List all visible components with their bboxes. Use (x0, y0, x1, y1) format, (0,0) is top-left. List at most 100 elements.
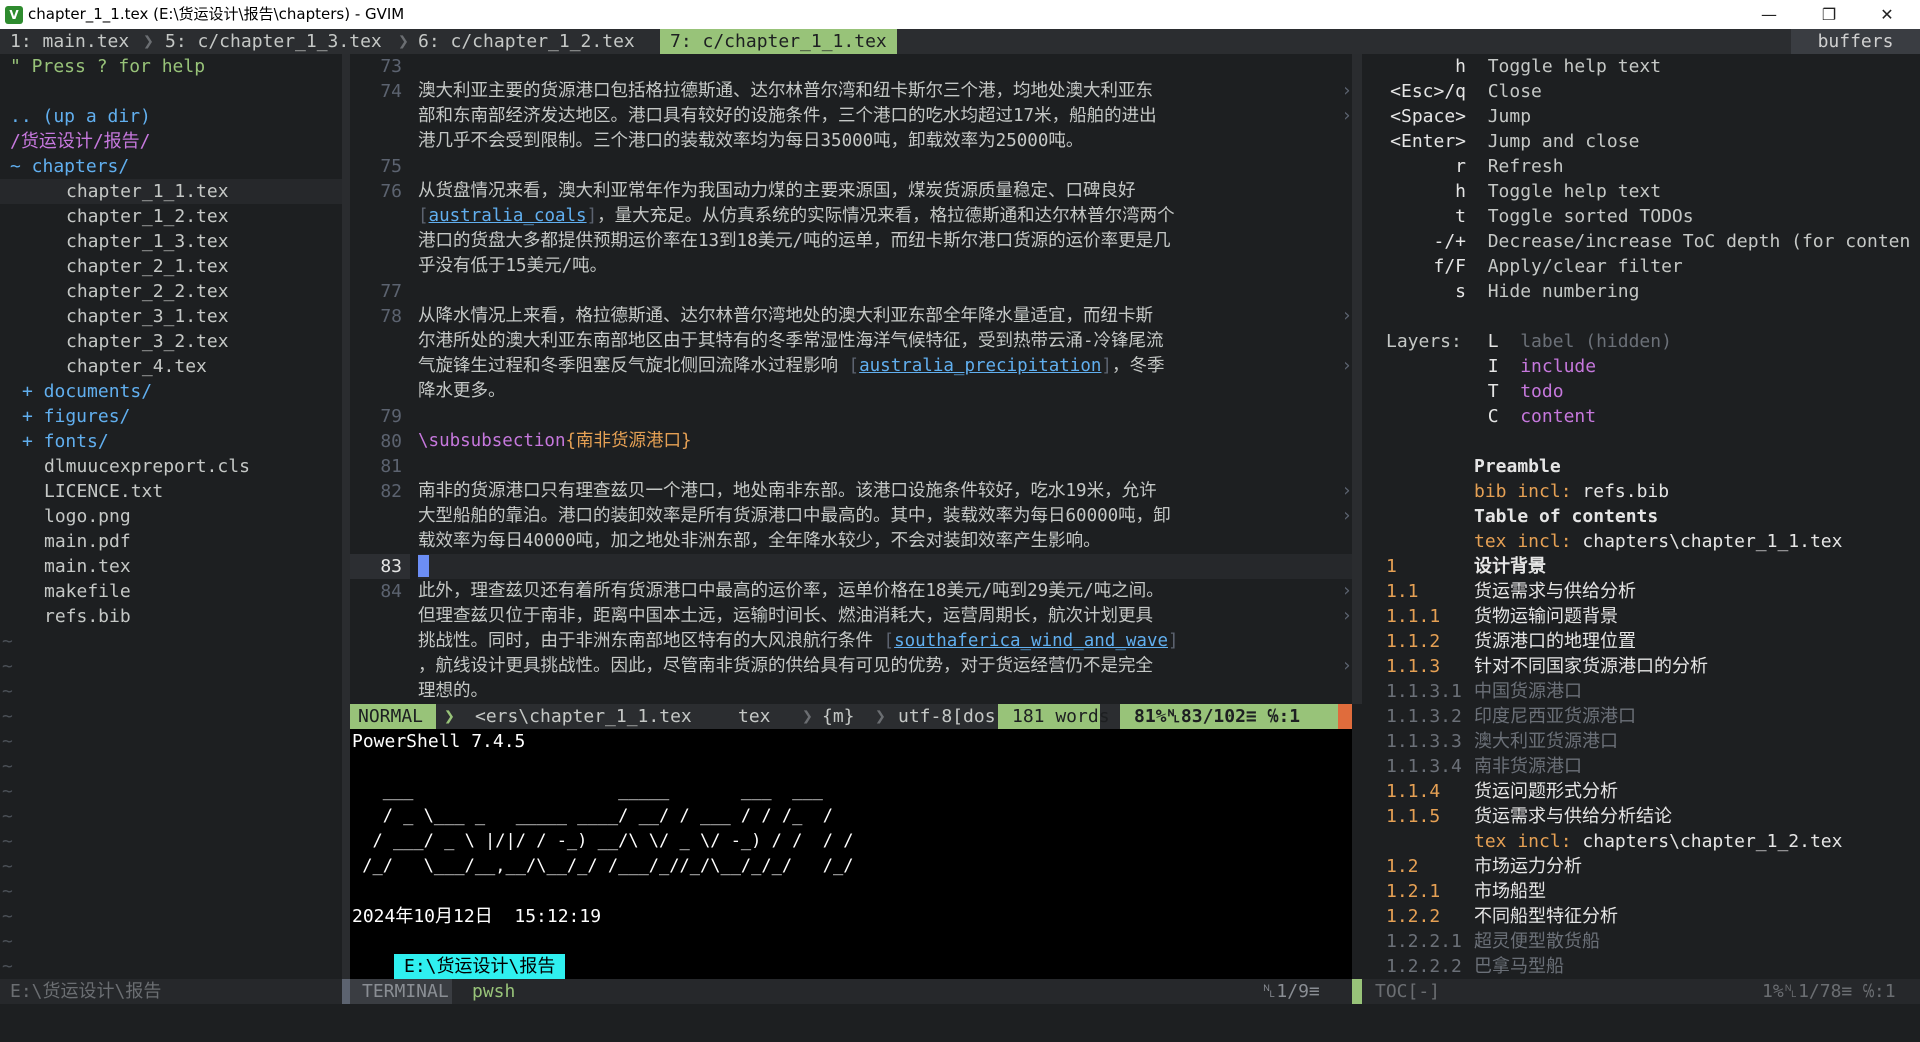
toc-entry[interactable]: 1.1.3.3 澳大利亚货源港口 (1370, 729, 1920, 754)
empty-line-markers: ~ ~ ~ ~ ~ ~ ~ ~ ~ ~ ~ ~ ~ ~ (0, 629, 342, 979)
window-separator[interactable] (342, 54, 350, 1004)
text-line: 从降水情况上来看，格拉德斯通、达尔林普尔湾地处的澳大利亚东部全年降水量适宜，而纽… (418, 304, 1352, 329)
tree-file[interactable]: chapter_4.tex (0, 354, 342, 379)
tab-chapter-1-3[interactable]: 5: c/chapter_1_3.tex (165, 29, 382, 54)
toc-entry[interactable]: 1.2.1 市场船型 (1370, 879, 1920, 904)
toc-layer-todo[interactable]: T todo (1370, 379, 1920, 404)
toc-entry[interactable]: 1 设计背景 (1370, 554, 1920, 579)
current-line-number: 83 (350, 554, 410, 579)
line-number: 79 (380, 406, 402, 427)
text-line: ，航线设计更具挑战性。因此，尽管南非货源的供给具有可见的优势，对于货运经营仍不是… (418, 654, 1352, 679)
citation-ref[interactable]: southaferica_wind_and_wave (894, 631, 1168, 651)
terminal-version: PowerShell 7.4.5 (352, 731, 526, 752)
empty-line-tilde: ~ (2, 681, 13, 702)
tree-file[interactable]: main.pdf (0, 529, 342, 554)
text-line: 乎没有低于15美元/吨。 (418, 256, 608, 276)
line-number: 80 (380, 431, 402, 452)
statusline-encoding: utf-8[dos] (898, 706, 1007, 727)
empty-line-tilde: ~ (2, 931, 13, 952)
restore-button[interactable]: ❐ (1800, 0, 1858, 29)
text-line: 尔港所处的澳大利亚东南部地区由于其特有的冬季常湿性海洋气候特征，受到热带云涌-冷… (418, 331, 1164, 351)
tree-dir-figures[interactable]: + figures/ (0, 404, 342, 429)
editor-text-area[interactable]: 澳大利亚主要的货源港口包括格拉德斯通、达尔林普尔湾和纽卡斯尔三个港，均地处澳大利… (418, 54, 1352, 704)
vim-statusline: NORMAL ❯ <ers\chapter_1_1.tex tex ❯ {m} … (350, 704, 1352, 729)
toc-tex-include[interactable]: tex incl: chapters\chapter_1_1.tex (1370, 529, 1920, 554)
minimize-button[interactable]: — (1740, 0, 1798, 29)
toc-tex-include[interactable]: tex incl: chapters\chapter_1_2.tex (1370, 829, 1920, 854)
wrap-arrow-icon: › (1341, 356, 1352, 376)
command-line[interactable] (0, 1004, 1920, 1042)
statusline-filetype: tex (738, 706, 771, 727)
toc-entry[interactable]: 1.1.3.4 南非货源港口 (1370, 754, 1920, 779)
tab-chapter-1-1[interactable]: 7: c/chapter_1_1.tex (660, 29, 897, 54)
text-line: 降水更多。 (418, 381, 506, 401)
toc-entry[interactable]: 1.2.2 不同船型特征分析 (1370, 904, 1920, 929)
toc-entry[interactable]: 1.1.3 针对不同国家货源港口的分析 (1370, 654, 1920, 679)
line-number: 82 (380, 481, 402, 502)
toc-preamble[interactable]: Preamble (1370, 454, 1920, 479)
toc-entry[interactable]: 1.2.2.1 超灵便型散货船 (1370, 929, 1920, 954)
tree-file[interactable]: LICENCE.txt (0, 479, 342, 504)
text-line: 挑战性。同时，由于非洲东南部地区特有的大风浪航行条件 [southaferica… (418, 631, 1179, 651)
tree-file[interactable]: dlmuucexpreport.cls (0, 454, 342, 479)
toc-layer-include[interactable]: I include (1370, 354, 1920, 379)
toc-entry[interactable]: 1.1.2 货源港口的地理位置 (1370, 629, 1920, 654)
toc-entry[interactable]: 1.2 市场运力分析 (1370, 854, 1920, 879)
wrap-arrow-icon: › (1341, 81, 1352, 101)
tree-file[interactable]: logo.png (0, 504, 342, 529)
statusline-divider (342, 979, 350, 1004)
toc-entry[interactable]: 1.1.3.2 印度尼西亚货源港口 (1370, 704, 1920, 729)
window-separator[interactable] (1362, 54, 1370, 1004)
tree-file[interactable]: chapter_1_3.tex (0, 229, 342, 254)
toc-help-row: s Hide numbering (1455, 281, 1640, 302)
tree-dir-chapters[interactable]: ~ chapters/ (0, 154, 342, 179)
tree-file[interactable]: chapter_2_2.tex (0, 279, 342, 304)
citation-ref[interactable]: australia_coals (429, 206, 587, 226)
tree-file[interactable]: makefile (0, 579, 342, 604)
toc-bib-include[interactable]: bib incl: refs.bib (1370, 479, 1920, 504)
wrap-arrow-icon: › (1341, 106, 1352, 126)
toc-help-row: h Toggle help text (1455, 56, 1662, 77)
tab-chapter-1-2[interactable]: 6: c/chapter_1_2.tex (418, 29, 635, 54)
terminal-name: pwsh (472, 981, 516, 1002)
terminal-pane[interactable]: PowerShell 7.4.5 ___ _____ ___ ___ / _ \… (350, 729, 1352, 979)
tree-dir-documents[interactable]: + documents/ (0, 379, 342, 404)
empty-line-tilde: ~ (2, 956, 13, 977)
toc-entry[interactable]: 1.1.5 货运需求与供给分析结论 (1370, 804, 1920, 829)
text-cursor (418, 555, 429, 577)
tab-main-tex[interactable]: 1: main.tex (10, 29, 129, 54)
bottom-statusline: E:\货运设计\报告 TERMINAL pwsh ␤1/9≡ TOC[-] 1%… (0, 979, 1920, 1004)
vimtex-toc-panel: h Toggle help text <Esc>/q Close <Space> J… (1370, 54, 1920, 979)
close-button[interactable]: ✕ (1858, 0, 1916, 29)
line-number-gutter: 73 74 75 76 77 78 79 80 81 82 83 84 (350, 54, 410, 704)
terminal-banner: / ___/ _ \ |/|/ / -_) __/\ \/ _ \/ -_) /… (352, 831, 854, 851)
tree-file[interactable]: chapter_1_2.tex (0, 204, 342, 229)
tree-file[interactable]: refs.bib (0, 604, 342, 629)
empty-line-tilde: ~ (2, 881, 13, 902)
tree-root-path[interactable]: /货运设计/报告/ (0, 129, 342, 154)
tree-file[interactable]: chapter_3_1.tex (0, 304, 342, 329)
text-line: 理想的。 (418, 681, 488, 701)
line-number: 81 (380, 456, 402, 477)
toc-entry[interactable]: 1.1.1 货物运输问题背景 (1370, 604, 1920, 629)
toc-entry[interactable]: 1.2.2.2 巴拿马型船 (1370, 954, 1920, 979)
cursor-line[interactable] (418, 554, 1352, 579)
empty-line-tilde: ~ (2, 831, 13, 852)
toc-layer-label[interactable]: Layers: L label (hidden) (1370, 329, 1920, 354)
statusline-flag: {m} (822, 706, 855, 727)
tree-file[interactable]: chapter_3_2.tex (0, 329, 342, 354)
text-line: 港几乎不会受到限制。三个港口的装载效率均为每日35000吨，卸载效率为25000… (418, 131, 1084, 151)
editor-scrollbar[interactable] (1352, 54, 1362, 704)
tree-up-dir[interactable]: .. (up a dir) (0, 104, 342, 129)
text-line: 此外，理查兹贝还有着所有货源港口中最高的运价率，运单价格在18美元/吨到29美元… (418, 579, 1352, 604)
tree-file[interactable]: chapter_1_1.tex (0, 179, 342, 204)
citation-ref[interactable]: australia_precipitation (859, 356, 1101, 376)
toc-layer-content[interactable]: C content (1370, 404, 1920, 429)
tree-dir-fonts[interactable]: + fonts/ (0, 429, 342, 454)
toc-entry[interactable]: 1.1.4 货运问题形式分析 (1370, 779, 1920, 804)
tree-file[interactable]: chapter_2_1.tex (0, 254, 342, 279)
tree-file[interactable]: main.tex (0, 554, 342, 579)
toc-entry[interactable]: 1.1 货运需求与供给分析 (1370, 579, 1920, 604)
wrap-arrow-icon: › (1341, 506, 1352, 526)
toc-entry[interactable]: 1.1.3.1 中国货源港口 (1370, 679, 1920, 704)
